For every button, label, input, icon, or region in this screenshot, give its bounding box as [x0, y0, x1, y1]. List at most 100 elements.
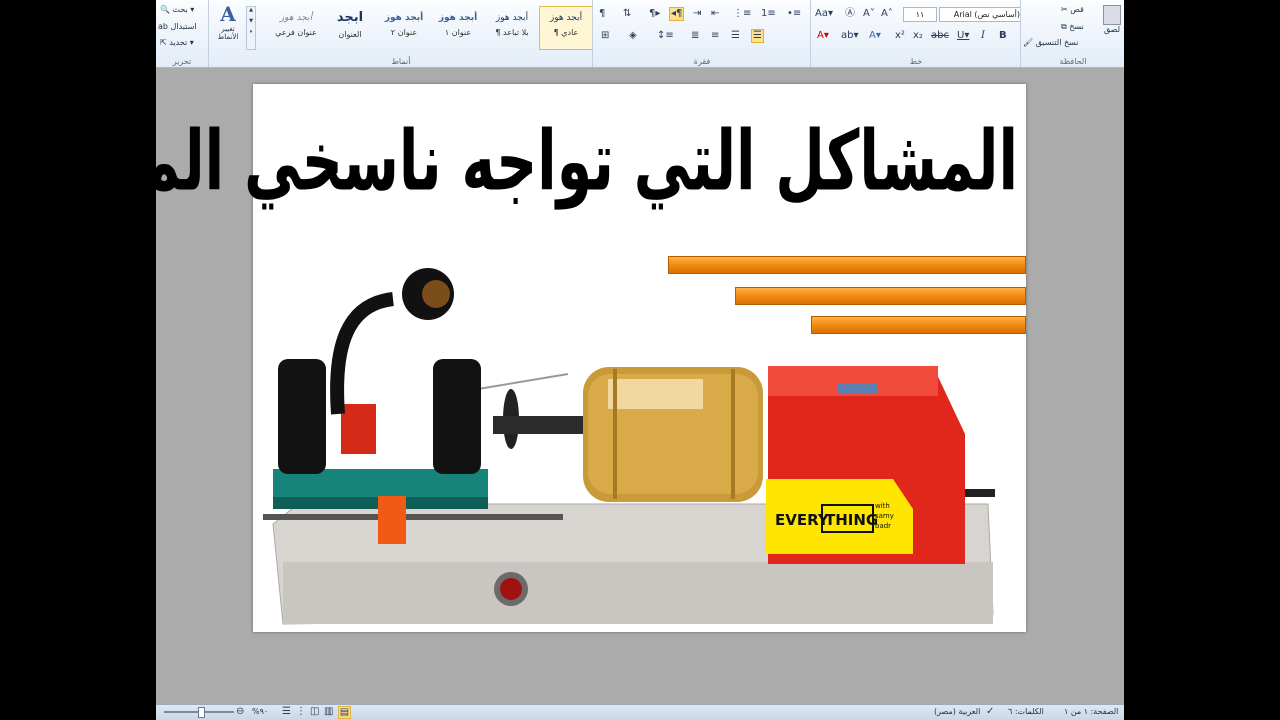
- style-sample: أبجد هوز: [279, 13, 313, 23]
- cut-label: قص: [1070, 5, 1084, 14]
- style-sample: أبجد هوز: [384, 13, 424, 23]
- logo-with: with: [875, 502, 890, 510]
- paste-button[interactable]: لصق: [1099, 3, 1124, 51]
- word-window: ▾ بحث 🔍 استبدال ab ▾ تحديد ⇱ تحرير A تغي…: [156, 0, 1124, 720]
- copy-label: نسخ: [1069, 22, 1084, 31]
- borders-icon[interactable]: ⊞: [601, 30, 609, 42]
- style-sample: أبجد هوز: [495, 13, 529, 23]
- style-item[interactable]: أبجد هوز عنوان ٢: [377, 6, 431, 50]
- scissors-icon: ✂: [1061, 5, 1068, 14]
- editing-group-label: تحرير: [172, 57, 192, 66]
- highlight-icon[interactable]: ab▾: [841, 30, 859, 42]
- copy-icon: ⧉: [1061, 22, 1067, 31]
- font-size-value: ١١: [915, 10, 925, 19]
- pilcrow-icon[interactable]: ¶: [599, 8, 605, 20]
- paragraph-group-label: فقرة: [693, 57, 711, 66]
- change-styles-icon: A: [220, 2, 236, 26]
- style-sample: ابجد: [336, 10, 364, 25]
- strikethrough-icon[interactable]: abc: [931, 30, 949, 42]
- print-layout-icon[interactable]: ▤: [338, 706, 351, 719]
- copy-button[interactable]: نسخ ⧉: [1061, 22, 1084, 32]
- change-styles-button[interactable]: A تغيير الأنماط: [211, 3, 245, 51]
- binoculars-icon: 🔍: [160, 5, 170, 14]
- style-item[interactable]: أبجد هوز ¶ بلا تباعد: [485, 6, 539, 50]
- rtl-direction-icon[interactable]: ◂¶: [669, 7, 685, 21]
- zoom-level[interactable]: ٩٠%: [252, 707, 268, 716]
- page-number[interactable]: الصفحة: ١ من ١: [1064, 707, 1118, 716]
- style-name: العنوان: [338, 30, 362, 39]
- superscript-icon[interactable]: x²: [895, 30, 905, 42]
- align-left-icon[interactable]: ☰: [751, 29, 764, 43]
- language-indicator[interactable]: العربية (مصر): [934, 707, 980, 716]
- paste-label: لصق: [1103, 25, 1121, 34]
- select-button[interactable]: ▾ تحديد ⇱: [160, 38, 194, 47]
- replace-label: استبدال: [170, 22, 197, 31]
- sort-icon[interactable]: ⇅: [623, 8, 631, 20]
- find-label: بحث: [172, 5, 188, 14]
- cut-button[interactable]: قص ✂: [1061, 5, 1084, 14]
- document-page[interactable]: المشاكل التي تواجه ناسخي المفاتيح المبتد…: [156, 84, 1026, 632]
- numbering-icon[interactable]: 1≡: [761, 8, 776, 20]
- clipboard-group: قص ✂ نسخ ⧉ نسخ التنسيق 🖌 لصق الحافظة: [1020, 0, 1124, 67]
- style-name: عنوان ٢: [390, 28, 418, 37]
- clipboard-icon: [1103, 5, 1121, 25]
- style-item[interactable]: أبجد هوز عنوان فرعي: [269, 6, 323, 50]
- underline-icon[interactable]: U▾: [957, 30, 969, 42]
- font-size-box[interactable]: ١١: [903, 7, 937, 22]
- increase-indent-icon[interactable]: ⇥: [693, 8, 701, 20]
- style-name: ¶ بلا تباعد: [495, 28, 529, 37]
- draft-view-icon[interactable]: ☰: [282, 706, 291, 718]
- outline-view-icon[interactable]: ⋮: [296, 706, 306, 718]
- line-spacing-icon[interactable]: ↕≡: [657, 30, 674, 42]
- format-painter-button[interactable]: نسخ التنسيق 🖌: [1023, 38, 1078, 47]
- subscript-icon[interactable]: x₂: [913, 30, 923, 42]
- style-name: عنوان ١: [444, 28, 472, 37]
- bullets-icon[interactable]: •≡: [787, 8, 801, 20]
- zoom-slider-thumb[interactable]: [198, 707, 205, 718]
- decrease-indent-icon[interactable]: ⇤: [711, 8, 719, 20]
- font-color-icon[interactable]: A▾: [817, 30, 829, 42]
- bold-icon[interactable]: B: [999, 30, 1007, 42]
- clear-formatting-icon[interactable]: Ⓐ: [845, 8, 855, 20]
- font-group-label: خط: [909, 57, 923, 66]
- format-painter-label: نسخ التنسيق: [1035, 38, 1079, 47]
- change-styles-label: تغيير الأنماط: [217, 25, 239, 41]
- web-layout-icon[interactable]: ◫: [310, 706, 319, 718]
- style-name: ¶ عادي: [553, 28, 579, 37]
- style-sample: أبجد هوز: [438, 13, 478, 23]
- document-area[interactable]: المشاكل التي تواجه ناسخي المفاتيح المبتد…: [156, 68, 1124, 704]
- styles-scroll[interactable]: ▲ ▼ ▾: [246, 6, 256, 50]
- style-item[interactable]: ابجد العنوان: [323, 6, 377, 50]
- ltr-direction-icon[interactable]: ¶▸: [649, 8, 660, 20]
- change-case-icon[interactable]: Aa▾: [815, 8, 833, 20]
- find-button[interactable]: ▾ بحث 🔍: [160, 5, 194, 14]
- grow-font-icon[interactable]: A˄: [881, 8, 893, 20]
- align-right-icon[interactable]: ≡: [711, 30, 719, 42]
- more-styles-icon: ▾: [249, 29, 253, 35]
- italic-icon[interactable]: I: [981, 30, 985, 42]
- word-count[interactable]: الكلمات: ٦: [1008, 707, 1044, 716]
- paragraph-group: ¶ ⇅ ¶▸ ◂¶ ⇥ ⇤ ⋮≡ 1≡ •≡ ⊞ ◈ ↕≡ ≣ ≡ ☰ ☰ فق…: [592, 0, 811, 67]
- cursor-icon: ⇱: [160, 38, 167, 47]
- style-item[interactable]: أبجد هوز عنوان ١: [431, 6, 485, 50]
- ribbon: ▾ بحث 🔍 استبدال ab ▾ تحديد ⇱ تحرير A تغي…: [156, 0, 1124, 68]
- align-center-icon[interactable]: ☰: [731, 30, 740, 42]
- reading-view-icon[interactable]: ▥: [324, 706, 333, 718]
- multilevel-list-icon[interactable]: ⋮≡: [733, 8, 751, 20]
- style-name: عنوان فرعي: [275, 28, 317, 37]
- justify-icon[interactable]: ≣: [691, 30, 699, 42]
- key-cutting-machine-image: EVERY THING with samy badr: [263, 268, 995, 625]
- style-item[interactable]: أبجد هوز ¶ عادي: [539, 6, 593, 50]
- font-name-box[interactable]: Arial (أساسي نص): [939, 7, 1021, 22]
- font-group: Aa▾ Ⓐ A˅ A˄ ١١ Arial (أساسي نص) A▾ ab▾ A…: [810, 0, 1021, 67]
- logo-badr: badr: [875, 522, 891, 530]
- proofing-icon[interactable]: ✓: [986, 706, 994, 718]
- zoom-out-icon[interactable]: ⊖: [236, 706, 244, 718]
- text-effects-icon[interactable]: A▾: [869, 30, 881, 42]
- shading-icon[interactable]: ◈: [629, 30, 637, 42]
- zoom-slider[interactable]: [164, 707, 234, 718]
- replace-button[interactable]: استبدال ab: [158, 22, 197, 31]
- clipboard-group-label: الحافظة: [1059, 57, 1087, 66]
- scroll-down-icon: ▼: [249, 18, 253, 24]
- shrink-font-icon[interactable]: A˅: [863, 8, 875, 20]
